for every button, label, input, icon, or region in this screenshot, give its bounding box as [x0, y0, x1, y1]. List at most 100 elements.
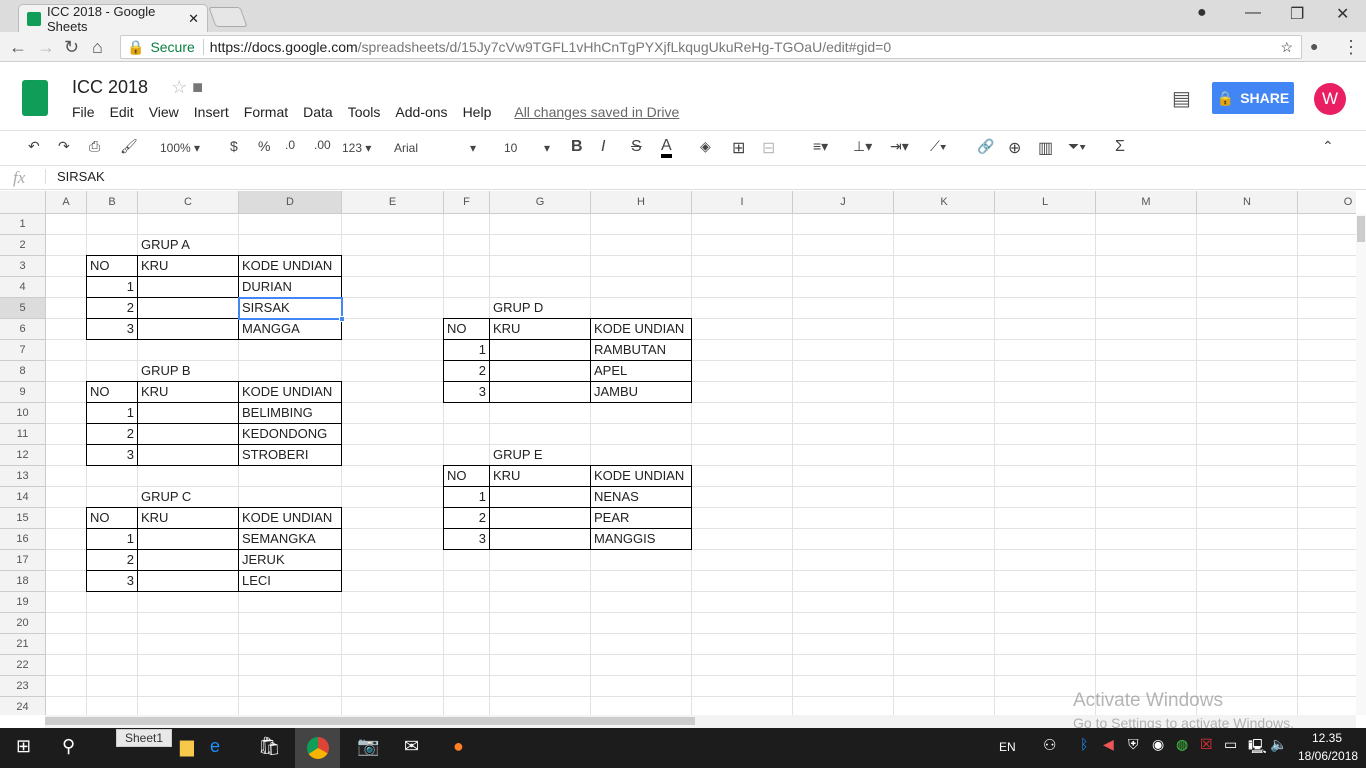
- cell[interactable]: [793, 403, 894, 424]
- cell[interactable]: [591, 550, 692, 571]
- row-header-15[interactable]: 15: [0, 508, 46, 529]
- cell[interactable]: [1096, 508, 1197, 529]
- cell[interactable]: [1298, 361, 1356, 382]
- cell[interactable]: [342, 655, 444, 676]
- cell[interactable]: [692, 466, 793, 487]
- column-header-E[interactable]: E: [342, 191, 444, 214]
- row-header-16[interactable]: 16: [0, 529, 46, 550]
- reload-icon[interactable]: ↻: [64, 37, 79, 58]
- back-icon[interactable]: ←: [9, 37, 27, 58]
- cell[interactable]: [1298, 403, 1356, 424]
- cell[interactable]: [894, 655, 995, 676]
- row-header-13[interactable]: 13: [0, 466, 46, 487]
- table-cell[interactable]: [137, 549, 239, 571]
- cell[interactable]: [46, 424, 87, 445]
- cell[interactable]: [87, 634, 138, 655]
- cell[interactable]: [894, 466, 995, 487]
- align-vertical-icon[interactable]: ⊥▾: [853, 138, 872, 155]
- cell[interactable]: [591, 445, 692, 466]
- cell[interactable]: [239, 613, 342, 634]
- cell[interactable]: [87, 466, 138, 487]
- cell[interactable]: [46, 487, 87, 508]
- cell[interactable]: [239, 676, 342, 697]
- menu-tools[interactable]: Tools: [348, 104, 381, 120]
- cell[interactable]: [793, 235, 894, 256]
- cell[interactable]: [342, 571, 444, 592]
- table-cell[interactable]: 2: [86, 423, 138, 445]
- cell[interactable]: [995, 382, 1096, 403]
- row-header-1[interactable]: 1: [0, 214, 46, 235]
- row-header-12[interactable]: 12: [0, 445, 46, 466]
- cell[interactable]: [1096, 445, 1197, 466]
- cell[interactable]: [1298, 697, 1356, 715]
- italic-icon[interactable]: I: [601, 138, 605, 156]
- cell[interactable]: [591, 424, 692, 445]
- cell[interactable]: [1096, 466, 1197, 487]
- cell[interactable]: [239, 655, 342, 676]
- table-cell[interactable]: APEL: [590, 360, 692, 382]
- cell[interactable]: [692, 613, 793, 634]
- cell[interactable]: [490, 697, 591, 715]
- cell[interactable]: [995, 277, 1096, 298]
- cell[interactable]: [793, 340, 894, 361]
- cell[interactable]: [591, 235, 692, 256]
- cell[interactable]: [692, 529, 793, 550]
- table-header-cell[interactable]: KRU: [137, 381, 239, 403]
- cell[interactable]: [894, 256, 995, 277]
- strikethrough-icon[interactable]: S: [631, 138, 642, 156]
- cell[interactable]: [342, 361, 444, 382]
- cell[interactable]: [692, 571, 793, 592]
- cell[interactable]: [995, 592, 1096, 613]
- table-cell[interactable]: [489, 486, 591, 508]
- cell[interactable]: [138, 340, 239, 361]
- cell[interactable]: [444, 403, 490, 424]
- cell[interactable]: [46, 655, 87, 676]
- cell[interactable]: [1298, 214, 1356, 235]
- cell[interactable]: [692, 487, 793, 508]
- column-header-G[interactable]: G: [490, 191, 591, 214]
- cell[interactable]: [490, 403, 591, 424]
- column-header-I[interactable]: I: [692, 191, 793, 214]
- table-header-cell[interactable]: KODE UNDIAN: [238, 381, 342, 403]
- row-header-4[interactable]: 4: [0, 277, 46, 298]
- table-cell[interactable]: STROBERI: [238, 444, 342, 466]
- paint-format-icon[interactable]: 🖌: [120, 138, 138, 155]
- cell[interactable]: [995, 487, 1096, 508]
- cell[interactable]: [692, 424, 793, 445]
- table-cell[interactable]: 1: [86, 402, 138, 424]
- cell[interactable]: [444, 256, 490, 277]
- cell[interactable]: [995, 634, 1096, 655]
- cell[interactable]: [87, 340, 138, 361]
- table-cell[interactable]: 1: [86, 528, 138, 550]
- filter-icon[interactable]: ⏷▾: [1068, 138, 1086, 155]
- table-cell[interactable]: JERUK: [238, 549, 342, 571]
- menu-file[interactable]: File: [72, 104, 95, 120]
- column-header-D[interactable]: D: [239, 191, 342, 214]
- cell[interactable]: [1197, 298, 1298, 319]
- cell[interactable]: [894, 445, 995, 466]
- table-cell[interactable]: [137, 318, 239, 340]
- cell[interactable]: [239, 235, 342, 256]
- cell[interactable]: [46, 361, 87, 382]
- cell[interactable]: [46, 382, 87, 403]
- cell[interactable]: [692, 445, 793, 466]
- table-cell[interactable]: [489, 339, 591, 361]
- cell[interactable]: [591, 613, 692, 634]
- cell[interactable]: [46, 214, 87, 235]
- row-header-19[interactable]: 19: [0, 592, 46, 613]
- language-indicator[interactable]: EN: [999, 740, 1016, 754]
- cell[interactable]: [1096, 655, 1197, 676]
- cell[interactable]: [1197, 361, 1298, 382]
- cell[interactable]: [444, 676, 490, 697]
- maximize-button[interactable]: ❐: [1290, 4, 1304, 24]
- cell[interactable]: [490, 571, 591, 592]
- cell[interactable]: [342, 634, 444, 655]
- firefox-icon[interactable]: ●: [453, 736, 464, 757]
- cell[interactable]: [87, 676, 138, 697]
- table-cell[interactable]: [489, 528, 591, 550]
- font-select[interactable]: Arial ▾: [394, 141, 476, 155]
- avatar[interactable]: W: [1314, 83, 1346, 115]
- table-header-cell[interactable]: KRU: [137, 507, 239, 529]
- cell[interactable]: [995, 571, 1096, 592]
- cell[interactable]: [87, 613, 138, 634]
